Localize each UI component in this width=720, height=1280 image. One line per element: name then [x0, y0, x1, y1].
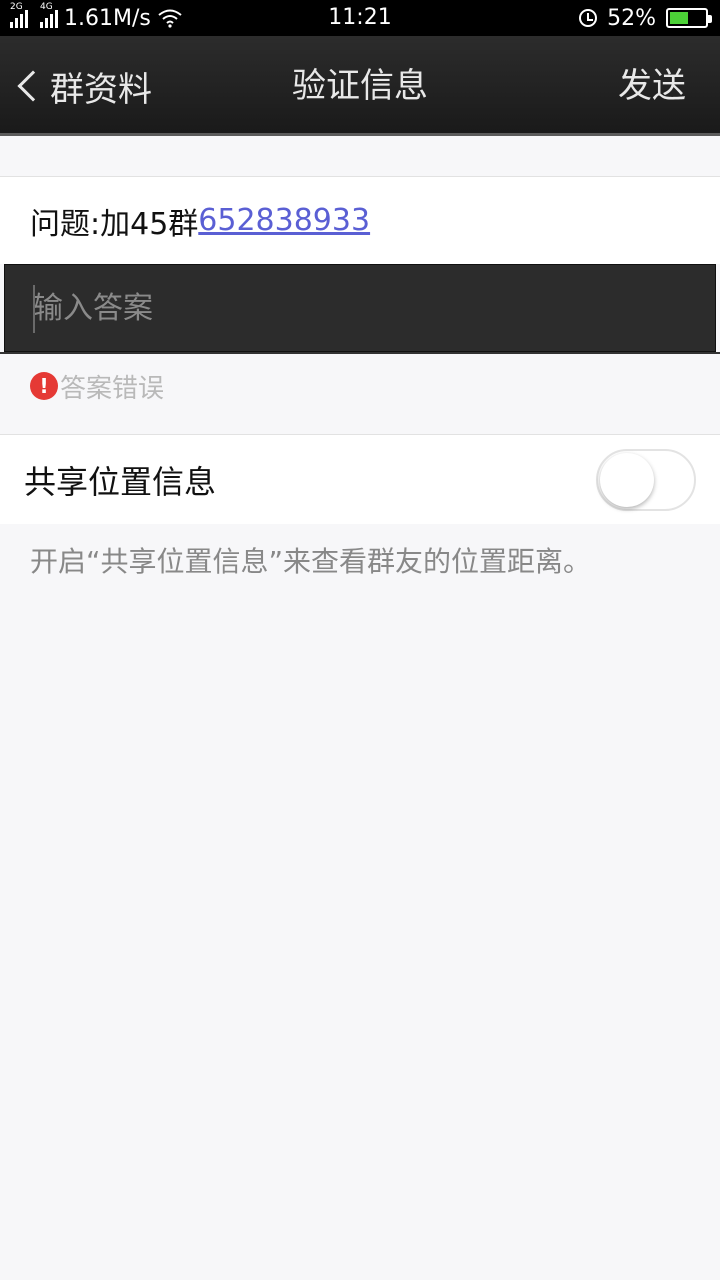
battery-icon	[666, 8, 712, 28]
group-number-link[interactable]: 652838933	[198, 203, 370, 238]
error-message: ! 答案错误	[30, 366, 164, 406]
share-location-label: 共享位置信息	[24, 462, 217, 501]
share-location-row: 共享位置信息	[0, 434, 720, 524]
answer-input[interactable]	[5, 265, 715, 351]
divider	[0, 352, 720, 354]
answer-field-container	[4, 264, 716, 352]
battery-percent: 52%	[607, 5, 656, 31]
share-location-toggle[interactable]	[596, 449, 696, 511]
text-cursor	[33, 285, 35, 333]
page-title: 验证信息	[292, 66, 428, 106]
status-right: 52%	[579, 0, 712, 36]
share-location-hint: 开启“共享位置信息”来查看群友的位置距离。	[30, 545, 592, 578]
question-row: 问题:加45群 652838933	[0, 176, 720, 264]
navigation-bar: 群资料 验证信息 发送	[0, 36, 720, 136]
error-text: 答案错误	[60, 373, 165, 404]
send-button[interactable]: 发送	[618, 36, 686, 136]
battery-fill	[670, 12, 688, 24]
status-bar: 2G 4G 1.61M/s 11:21 52%	[0, 0, 720, 36]
question-text: 问题:加45群	[30, 206, 199, 242]
alarm-icon	[579, 9, 598, 27]
toggle-knob	[600, 453, 654, 507]
error-icon: !	[30, 372, 58, 400]
